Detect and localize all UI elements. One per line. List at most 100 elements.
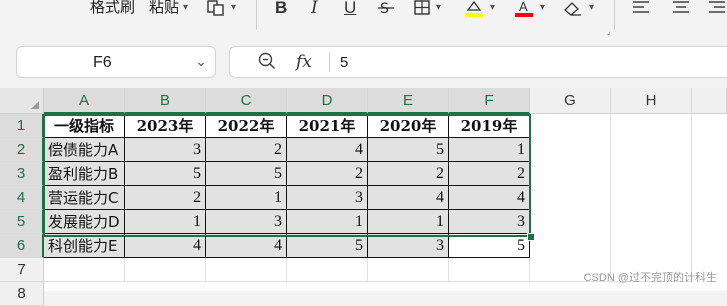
ribbon-expand-icon[interactable]: ⌟: [607, 27, 611, 36]
table-header-cell[interactable]: 2023年: [125, 114, 206, 138]
empty-column-h[interactable]: [611, 114, 692, 282]
column-header-c[interactable]: C: [206, 88, 287, 114]
column-header-i[interactable]: [692, 88, 727, 114]
name-box-value: F6: [93, 54, 112, 71]
table-cell[interactable]: 1: [449, 138, 530, 162]
column-header-e[interactable]: E: [368, 88, 449, 114]
table-cell[interactable]: 4: [125, 234, 206, 258]
select-all-corner[interactable]: [0, 88, 44, 114]
empty-cell[interactable]: [125, 258, 206, 282]
table-cell[interactable]: 1: [206, 186, 287, 210]
row-label-cell[interactable]: 发展能力D: [44, 210, 125, 234]
formula-input[interactable]: fx 5: [229, 46, 727, 78]
align-left-icon[interactable]: [632, 0, 650, 18]
paste-options-dropdown-icon[interactable]: ▾: [231, 2, 236, 13]
paste-button[interactable]: 粘贴: [149, 0, 179, 16]
table-cell[interactable]: 2: [206, 138, 287, 162]
chevron-down-icon[interactable]: ⌄: [195, 53, 207, 70]
table-cell[interactable]: 4: [206, 234, 287, 258]
table-cell[interactable]: 3: [368, 234, 449, 258]
empty-cell[interactable]: [368, 258, 449, 282]
ribbon-divider: [614, 0, 615, 30]
empty-cell[interactable]: [206, 258, 287, 282]
table-header-cell[interactable]: 2021年: [287, 114, 368, 138]
strikethrough-icon[interactable]: S: [378, 0, 394, 18]
align-center-icon[interactable]: [672, 0, 690, 18]
paste-dropdown-icon[interactable]: ▾: [183, 2, 188, 13]
table-cell[interactable]: 2: [449, 162, 530, 186]
row-label-cell[interactable]: 科创能力E: [44, 234, 125, 258]
bold-button[interactable]: B: [275, 0, 287, 18]
table-cell[interactable]: 2: [287, 162, 368, 186]
table-cell[interactable]: 3: [206, 210, 287, 234]
spreadsheet-grid: A B C D E F G H 1 2 3 4 5 6 7 8 一级指标 202…: [0, 88, 727, 306]
column-header-f[interactable]: F: [449, 88, 530, 114]
format-painter-button[interactable]: 格式刷: [90, 0, 135, 16]
borders-icon[interactable]: [414, 0, 430, 18]
row-header-2[interactable]: 2: [0, 138, 44, 162]
table-cell[interactable]: 5: [206, 162, 287, 186]
empty-cell[interactable]: [287, 258, 368, 282]
select-all-icon: [31, 101, 39, 109]
table-cell[interactable]: 2: [125, 186, 206, 210]
row-header-7[interactable]: 7: [0, 258, 44, 282]
table-cell[interactable]: 4: [287, 138, 368, 162]
ribbon-divider: [256, 0, 257, 30]
underline-button[interactable]: U: [344, 0, 356, 18]
table-header-cell[interactable]: 2019年: [449, 114, 530, 138]
table-cell[interactable]: 2: [368, 162, 449, 186]
paste-options-icon[interactable]: [207, 0, 225, 18]
column-header-d[interactable]: D: [287, 88, 368, 114]
font-color-dropdown-icon[interactable]: ▾: [540, 2, 545, 13]
row-header-1[interactable]: 1: [0, 114, 44, 138]
table-cell[interactable]: 1: [368, 210, 449, 234]
table-cell[interactable]: 3: [125, 138, 206, 162]
column-header-h[interactable]: H: [611, 88, 692, 114]
empty-column-g[interactable]: [530, 114, 611, 282]
row-header-6[interactable]: 6: [0, 234, 44, 258]
row-header-3[interactable]: 3: [0, 162, 44, 186]
table-cell[interactable]: 1: [287, 210, 368, 234]
eraser-icon[interactable]: [563, 0, 583, 18]
table-cell[interactable]: 4: [449, 186, 530, 210]
borders-dropdown-icon[interactable]: ▾: [436, 2, 441, 13]
fill-handle[interactable]: [527, 233, 535, 241]
function-icon[interactable]: fx: [296, 52, 312, 72]
table-cell[interactable]: 5: [287, 234, 368, 258]
zoom-out-icon[interactable]: [258, 52, 276, 75]
table-cell[interactable]: 3: [287, 186, 368, 210]
table-header-cell[interactable]: 2020年: [368, 114, 449, 138]
ribbon-toolbar: 格式刷 粘贴 ▾ ▾ B I U S ▾ ▾ A ▾ ▾ ⌟: [0, 0, 727, 40]
empty-cell[interactable]: [449, 258, 530, 282]
row-header-5[interactable]: 5: [0, 210, 44, 234]
align-right-icon[interactable]: [708, 0, 726, 18]
table-header-cell[interactable]: 一级指标: [44, 114, 125, 138]
table-cell[interactable]: 1: [125, 210, 206, 234]
column-header-a[interactable]: A: [44, 88, 125, 114]
name-box[interactable]: F6 ⌄: [16, 46, 216, 78]
font-color-icon[interactable]: A: [514, 0, 534, 18]
table-header-cell[interactable]: 2022年: [206, 114, 287, 138]
fill-color-icon[interactable]: [464, 0, 484, 18]
row-label-cell[interactable]: 盈利能力B: [44, 162, 125, 186]
row-label-cell[interactable]: 营运能力C: [44, 186, 125, 210]
formula-value[interactable]: 5: [340, 54, 348, 71]
table-cell[interactable]: 5: [125, 162, 206, 186]
column-header-b[interactable]: B: [125, 88, 206, 114]
formula-divider: [329, 52, 330, 72]
table-cell[interactable]: 3: [449, 210, 530, 234]
fill-color-dropdown-icon[interactable]: ▾: [490, 2, 495, 13]
eraser-dropdown-icon[interactable]: ▾: [589, 2, 594, 13]
table-cell[interactable]: 4: [368, 186, 449, 210]
active-cell-f6[interactable]: 5: [449, 234, 530, 258]
row-label-cell[interactable]: 偿债能力A: [44, 138, 125, 162]
svg-text:A: A: [519, 0, 528, 14]
formula-bar: F6 ⌄ fx 5: [0, 40, 727, 86]
italic-button[interactable]: I: [311, 0, 318, 18]
column-header-g[interactable]: G: [530, 88, 611, 114]
row-header-4[interactable]: 4: [0, 186, 44, 210]
row-header-8[interactable]: 8: [0, 282, 44, 306]
empty-cell[interactable]: [44, 258, 125, 282]
watermark: CSDN @过不完顶的计科生: [583, 272, 717, 284]
table-cell[interactable]: 5: [368, 138, 449, 162]
